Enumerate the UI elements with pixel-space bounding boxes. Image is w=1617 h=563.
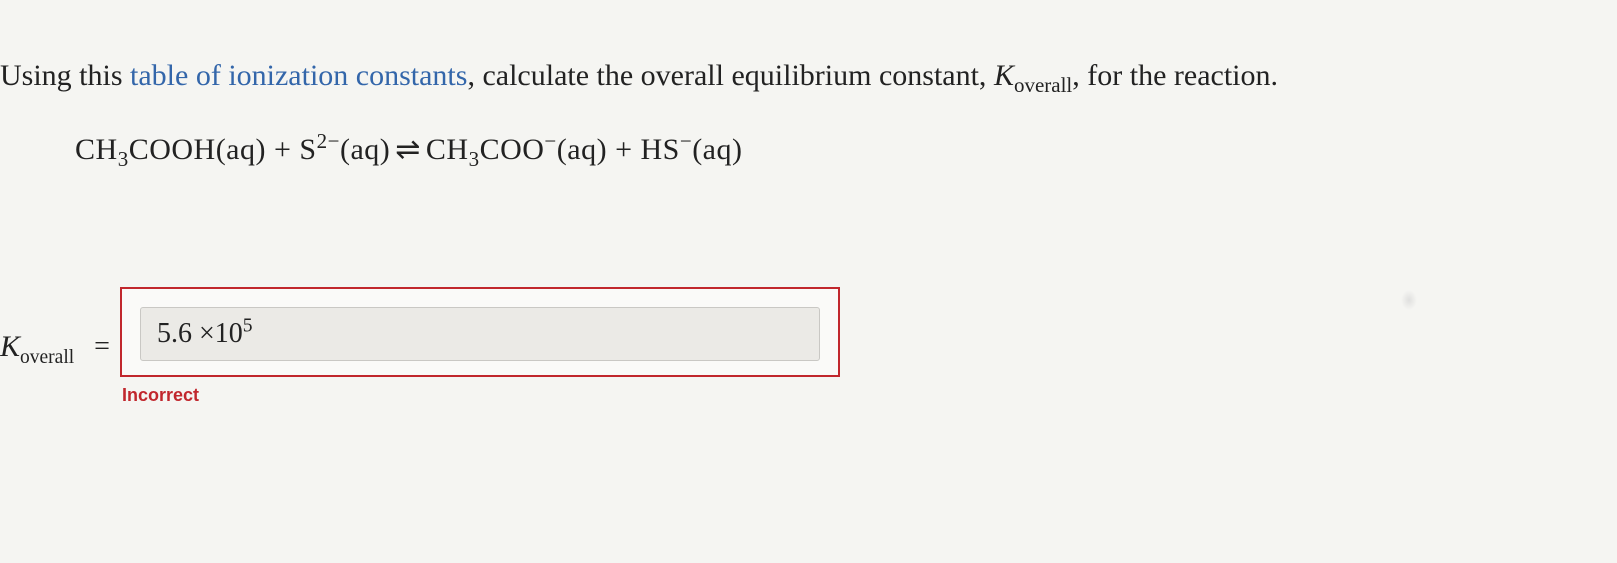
reactant-1: CH3COOH(aq) — [75, 133, 266, 166]
reaction-equation: CH3COOH(aq) + S2−(aq) ⇌ CH3COO−(aq) + HS… — [0, 132, 1617, 167]
smudge-mark — [1401, 290, 1417, 310]
feedback-label: Incorrect — [120, 385, 840, 406]
question-prompt: Using this table of ionization constants… — [0, 55, 1617, 97]
answer-section: Koverall = 5.6 ×105 Incorrect — [0, 287, 1617, 406]
k-variable: Koverall — [994, 59, 1072, 92]
equilibrium-arrow: ⇌ — [395, 132, 421, 167]
reactant-2: S2−(aq) — [299, 133, 390, 166]
prompt-prefix: Using this — [0, 59, 130, 92]
product-1: CH3COO−(aq) — [426, 133, 607, 166]
answer-input[interactable]: 5.6 ×105 — [140, 307, 820, 361]
prompt-middle: , calculate the overall equilibrium cons… — [467, 59, 993, 92]
k-overall-label: Koverall — [0, 330, 74, 364]
product-2: HS−(aq) — [640, 133, 742, 166]
answer-box: 5.6 ×105 — [120, 287, 840, 377]
equals-sign: = — [94, 331, 110, 363]
ionization-constants-link[interactable]: table of ionization constants — [130, 59, 467, 92]
plus-1: + — [266, 133, 299, 166]
plus-2: + — [607, 133, 640, 166]
prompt-suffix: , for the reaction. — [1072, 59, 1278, 92]
